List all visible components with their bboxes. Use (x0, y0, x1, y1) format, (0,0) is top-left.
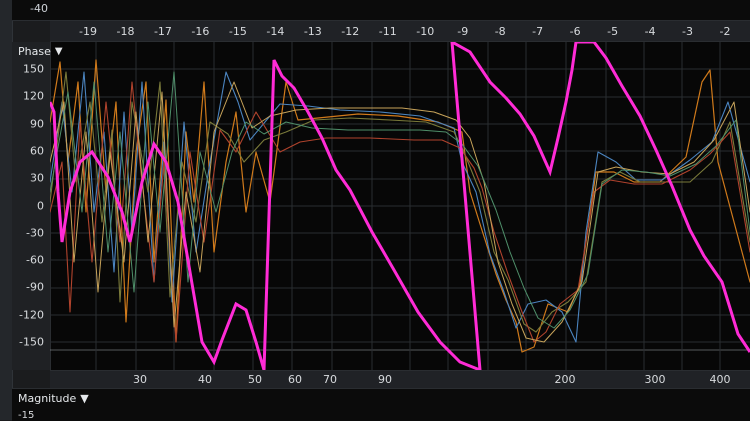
top-ruler-tick: -11 (378, 25, 397, 38)
bottom-ruler-tick: 70 (323, 373, 337, 386)
bottom-ruler-tick: 60 (288, 373, 302, 386)
phase-trace-olive (50, 71, 750, 333)
magnitude-title: Magnitude (18, 392, 77, 405)
top-ruler-tick: -5 (607, 25, 619, 38)
caret-down-icon: ▼ (80, 392, 89, 405)
app: -40 -19 -18 -17 -16 -15 -14 -13 -12 -11 -10 -9 -8 -7… (0, 0, 750, 421)
phase-panel: Phase ▼ 150 120 90 60 30 0 -30 -60 -90 -120 -150 (12, 42, 750, 370)
phase-y-tick: 150 (23, 62, 44, 76)
bottom-ruler-tick: 400 (709, 373, 731, 386)
top-ruler-tick: -17 (153, 25, 172, 38)
phase-y-tick: -30 (26, 226, 44, 240)
bottom-ruler-tick: 300 (644, 373, 666, 386)
phase-plot[interactable] (50, 42, 750, 370)
bottom-ruler-tick: 90 (378, 373, 392, 386)
phase-y-tick: -90 (26, 280, 44, 294)
phase-y-tick: 30 (30, 171, 44, 185)
phase-y-tick: 120 (23, 89, 44, 103)
phase-y-tick: 0 (37, 199, 44, 212)
top-frequency-ruler: -19 -18 -17 -16 -15 -14 -13 -12 -11 -10 -9 -8 -7 -6 -5… (50, 21, 750, 42)
top-ruler-tick: -10 (416, 25, 435, 38)
bottom-frequency-ruler: 30 40 50 60 70 90 200 300 400 (50, 370, 750, 389)
phase-y-tick: 90 (30, 117, 44, 131)
top-ruler-tick: -15 (228, 25, 247, 38)
bottom-ruler-tick: 40 (198, 373, 212, 386)
top-ruler-tick: -8 (494, 25, 506, 38)
top-ruler-tick: -18 (116, 25, 135, 38)
top-ruler-tick: -3 (682, 25, 693, 38)
top-ruler-tick: -12 (341, 25, 360, 38)
phase-y-tick: 60 (30, 144, 44, 158)
top-ruler-tick: -13 (303, 25, 322, 38)
phase-y-tick: -60 (26, 253, 44, 267)
top-y-label: -40 (30, 2, 48, 15)
phase-trace-blue (50, 71, 750, 343)
top-ruler-tick: -19 (79, 25, 97, 38)
phase-grid (50, 42, 750, 370)
top-panel: -40 (12, 0, 750, 21)
bottom-ruler-tick: 50 (248, 373, 262, 386)
top-ruler-tick: -6 (569, 25, 581, 38)
top-ruler-tick: -2 (719, 25, 731, 38)
top-ruler-tick: -7 (532, 25, 544, 38)
magnitude-y-label: -15 (18, 410, 35, 421)
magnitude-panel: Magnitude ▼ -15 (12, 388, 750, 421)
phase-y-tick: -150 (19, 335, 44, 349)
phase-trace-green (50, 71, 750, 329)
top-ruler-tick: -16 (191, 25, 210, 38)
phase-title: Phase (18, 45, 51, 58)
top-ruler-tick: -9 (457, 25, 469, 38)
bottom-ruler-tick: 200 (554, 373, 576, 386)
phase-y-axis: Phase ▼ 150 120 90 60 30 0 -30 -60 -90 -120 -150 (12, 42, 63, 370)
magnitude-dropdown-button[interactable]: Magnitude ▼ (18, 392, 89, 405)
bottom-ruler-tick: 30 (133, 373, 147, 386)
top-ruler-tick: -4 (644, 25, 656, 38)
top-ruler-tick: -14 (266, 25, 285, 38)
phase-y-tick: -120 (19, 308, 44, 322)
